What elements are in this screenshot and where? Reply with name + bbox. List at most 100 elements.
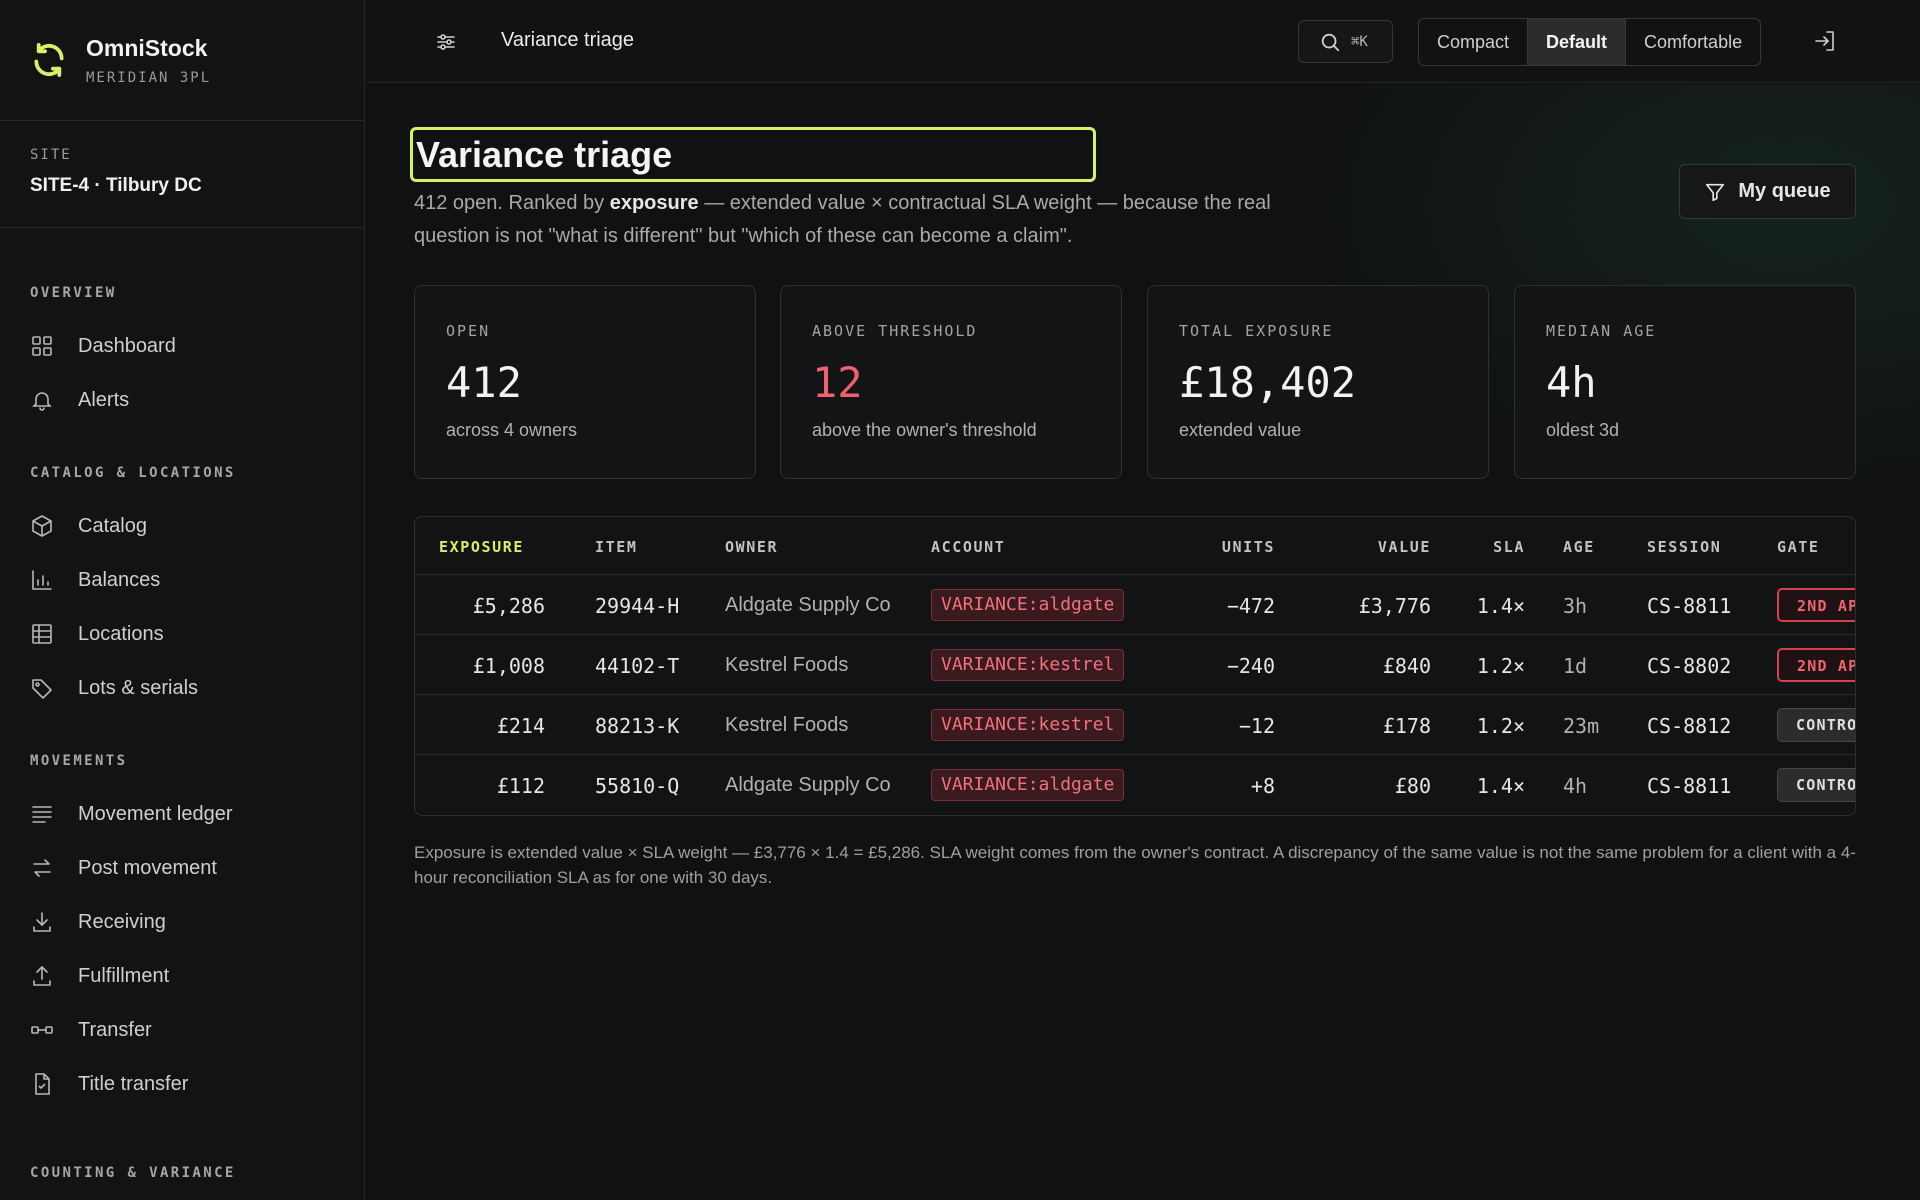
cell-exposure: £214 — [496, 714, 545, 738]
footnote: Exposure is extended value × SLA weight … — [414, 843, 1856, 887]
col-exposure[interactable]: EXPOSURE — [439, 538, 524, 556]
grid-icon — [32, 336, 52, 356]
nav-heading-movements: MOVEMENTS — [30, 753, 128, 769]
sidebar-item-label: Balances — [78, 568, 161, 591]
stat-card-total-exposure: TOTAL EXPOSURE £18,402 extended value — [1147, 285, 1489, 479]
cell-value: £178 — [1382, 714, 1431, 738]
stat-label: OPEN — [446, 322, 491, 340]
page-description: 412 open. Ranked by exposure — extended … — [414, 187, 1334, 253]
sidebar-item-label: Post movement — [78, 856, 217, 879]
cell-age: 23m — [1563, 714, 1600, 738]
account-badge[interactable]: VARIANCE:kestrel — [931, 709, 1125, 741]
brand-subtitle: MERIDIAN 3PL — [86, 69, 212, 86]
account-badge[interactable]: VARIANCE:kestrel — [931, 649, 1125, 681]
brand-name: OmniStock — [86, 34, 208, 61]
sidebar-item-label: Transfer — [78, 1018, 152, 1041]
density-default[interactable]: Default — [1528, 19, 1627, 65]
account-badge[interactable]: VARIANCE:aldgate — [931, 589, 1125, 621]
col-age[interactable]: AGE — [1563, 538, 1595, 556]
swap-arrows-icon — [33, 859, 51, 877]
nav-catalog: CATALOG & LOCATIONS Catalog Balances Loc… — [0, 463, 364, 715]
cell-exposure: £5,286 — [472, 594, 545, 618]
search-shortcut: ⌘K — [1351, 33, 1368, 50]
cell-session[interactable]: CS-8811 — [1647, 774, 1731, 798]
sidebar-item-receiving[interactable]: Receiving — [30, 895, 364, 949]
link-transfer-icon — [31, 1026, 53, 1034]
brand[interactable]: OmniStock MERIDIAN 3PL — [0, 0, 364, 121]
sidebar-item-transfer[interactable]: Transfer — [30, 1003, 364, 1057]
cell-sla: 1.4× — [1476, 594, 1525, 618]
site-value: SITE-4 · Tilbury DC — [30, 175, 202, 196]
sidebar-item-movement-ledger[interactable]: Movement ledger — [30, 787, 364, 841]
table-row[interactable]: £1,008 44102-T Kestrel Foods VARIANCE:ke… — [415, 635, 1855, 695]
density-compact[interactable]: Compact — [1419, 19, 1529, 65]
gate-badge[interactable]: CONTROLLER — [1777, 768, 1855, 802]
desc-bold: exposure — [609, 192, 699, 214]
table-row[interactable]: £214 88213-K Kestrel Foods VARIANCE:kest… — [415, 695, 1855, 755]
cell-session[interactable]: CS-8802 — [1647, 654, 1731, 678]
my-queue-label: My queue — [1738, 180, 1831, 202]
sign-out-icon[interactable] — [1813, 29, 1837, 53]
search-button[interactable]: ⌘K — [1298, 20, 1393, 63]
cell-value: £840 — [1382, 654, 1431, 678]
sidebar-item-post-movement[interactable]: Post movement — [30, 841, 364, 895]
topbar: Variance triage ⌘K Compact Default Comfo… — [366, 0, 1920, 83]
cell-owner: Aldgate Supply Co — [725, 774, 891, 796]
nav-movements: MOVEMENTS Movement ledger Post movement … — [0, 751, 364, 1111]
sidebar-item-balances[interactable]: Balances — [30, 553, 364, 607]
cell-units: −472 — [1226, 594, 1275, 618]
sidebar-item-label: Catalog — [78, 514, 147, 537]
sidebar-item-catalog[interactable]: Catalog — [30, 499, 364, 553]
bar-chart-icon — [32, 570, 52, 590]
sidebar-item-alerts[interactable]: Alerts — [30, 373, 364, 427]
gate-badge[interactable]: CONTROLLER — [1777, 708, 1855, 742]
sliders-icon[interactable] — [434, 30, 458, 54]
nav-heading-counting: COUNTING & VARIANCE — [30, 1165, 236, 1181]
density-comfortable[interactable]: Comfortable — [1626, 19, 1760, 65]
gate-badge[interactable]: 2ND APPROVAL — [1777, 648, 1855, 682]
sidebar-item-lots-serials[interactable]: Lots & serials — [30, 661, 364, 715]
col-account[interactable]: ACCOUNT — [931, 538, 1005, 556]
bell-icon — [32, 392, 52, 411]
col-units[interactable]: UNITS — [1175, 538, 1275, 556]
sidebar-item-fulfillment[interactable]: Fulfillment — [30, 949, 364, 1003]
site-selector[interactable]: SITE SITE-4 · Tilbury DC — [0, 121, 364, 228]
account-badge[interactable]: VARIANCE:aldgate — [931, 769, 1125, 801]
table-header: EXPOSURE ITEM OWNER ACCOUNT UNITS VALUE … — [415, 517, 1855, 575]
sidebar-item-locations[interactable]: Locations — [30, 607, 364, 661]
nav-counting: COUNTING & VARIANCE — [0, 1163, 364, 1183]
col-item[interactable]: ITEM — [595, 538, 638, 556]
cell-exposure: £1,008 — [472, 654, 545, 678]
cell-age: 4h — [1563, 774, 1588, 798]
col-owner[interactable]: OWNER — [725, 538, 778, 556]
upload-icon — [33, 966, 51, 986]
col-session[interactable]: SESSION — [1647, 538, 1721, 556]
sync-logo-icon — [34, 43, 64, 77]
variance-table: EXPOSURE ITEM OWNER ACCOUNT UNITS VALUE … — [414, 516, 1856, 816]
my-queue-button[interactable]: My queue — [1679, 164, 1856, 219]
col-value[interactable]: VALUE — [1315, 538, 1431, 556]
site-label: SITE — [30, 147, 72, 163]
sidebar-item-dashboard[interactable]: Dashboard — [30, 319, 364, 373]
table-row[interactable]: £112 55810-Q Aldgate Supply Co VARIANCE:… — [415, 755, 1855, 815]
page-title[interactable]: Variance triage — [410, 127, 1096, 182]
cell-sla: 1.2× — [1476, 654, 1525, 678]
main-content: Variance triage 412 open. Ranked by expo… — [366, 84, 1920, 1200]
cell-session[interactable]: CS-8812 — [1647, 714, 1731, 738]
download-icon — [33, 912, 51, 932]
cell-item: 29944-H — [595, 594, 680, 618]
sidebar-item-title-transfer[interactable]: Title transfer — [30, 1057, 364, 1111]
stat-card-median-age: MEDIAN AGE 4h oldest 3d — [1514, 285, 1856, 479]
filter-icon — [1706, 183, 1725, 201]
sidebar-item-label: Fulfillment — [78, 964, 170, 987]
col-gate[interactable]: GATE — [1777, 538, 1820, 556]
cell-session[interactable]: CS-8811 — [1647, 594, 1731, 618]
table-row[interactable]: £5,286 29944-H Aldgate Supply Co VARIANC… — [415, 575, 1855, 635]
sidebar-item-label: Lots & serials — [78, 676, 199, 699]
stat-value: 4h — [1546, 358, 1597, 407]
col-sla[interactable]: SLA — [1455, 538, 1525, 556]
cell-item: 88213-K — [595, 714, 680, 738]
sidebar-item-label: Dashboard — [78, 334, 176, 357]
topbar-title: Variance triage — [501, 29, 635, 51]
gate-badge[interactable]: 2ND APPROVAL — [1777, 588, 1855, 622]
